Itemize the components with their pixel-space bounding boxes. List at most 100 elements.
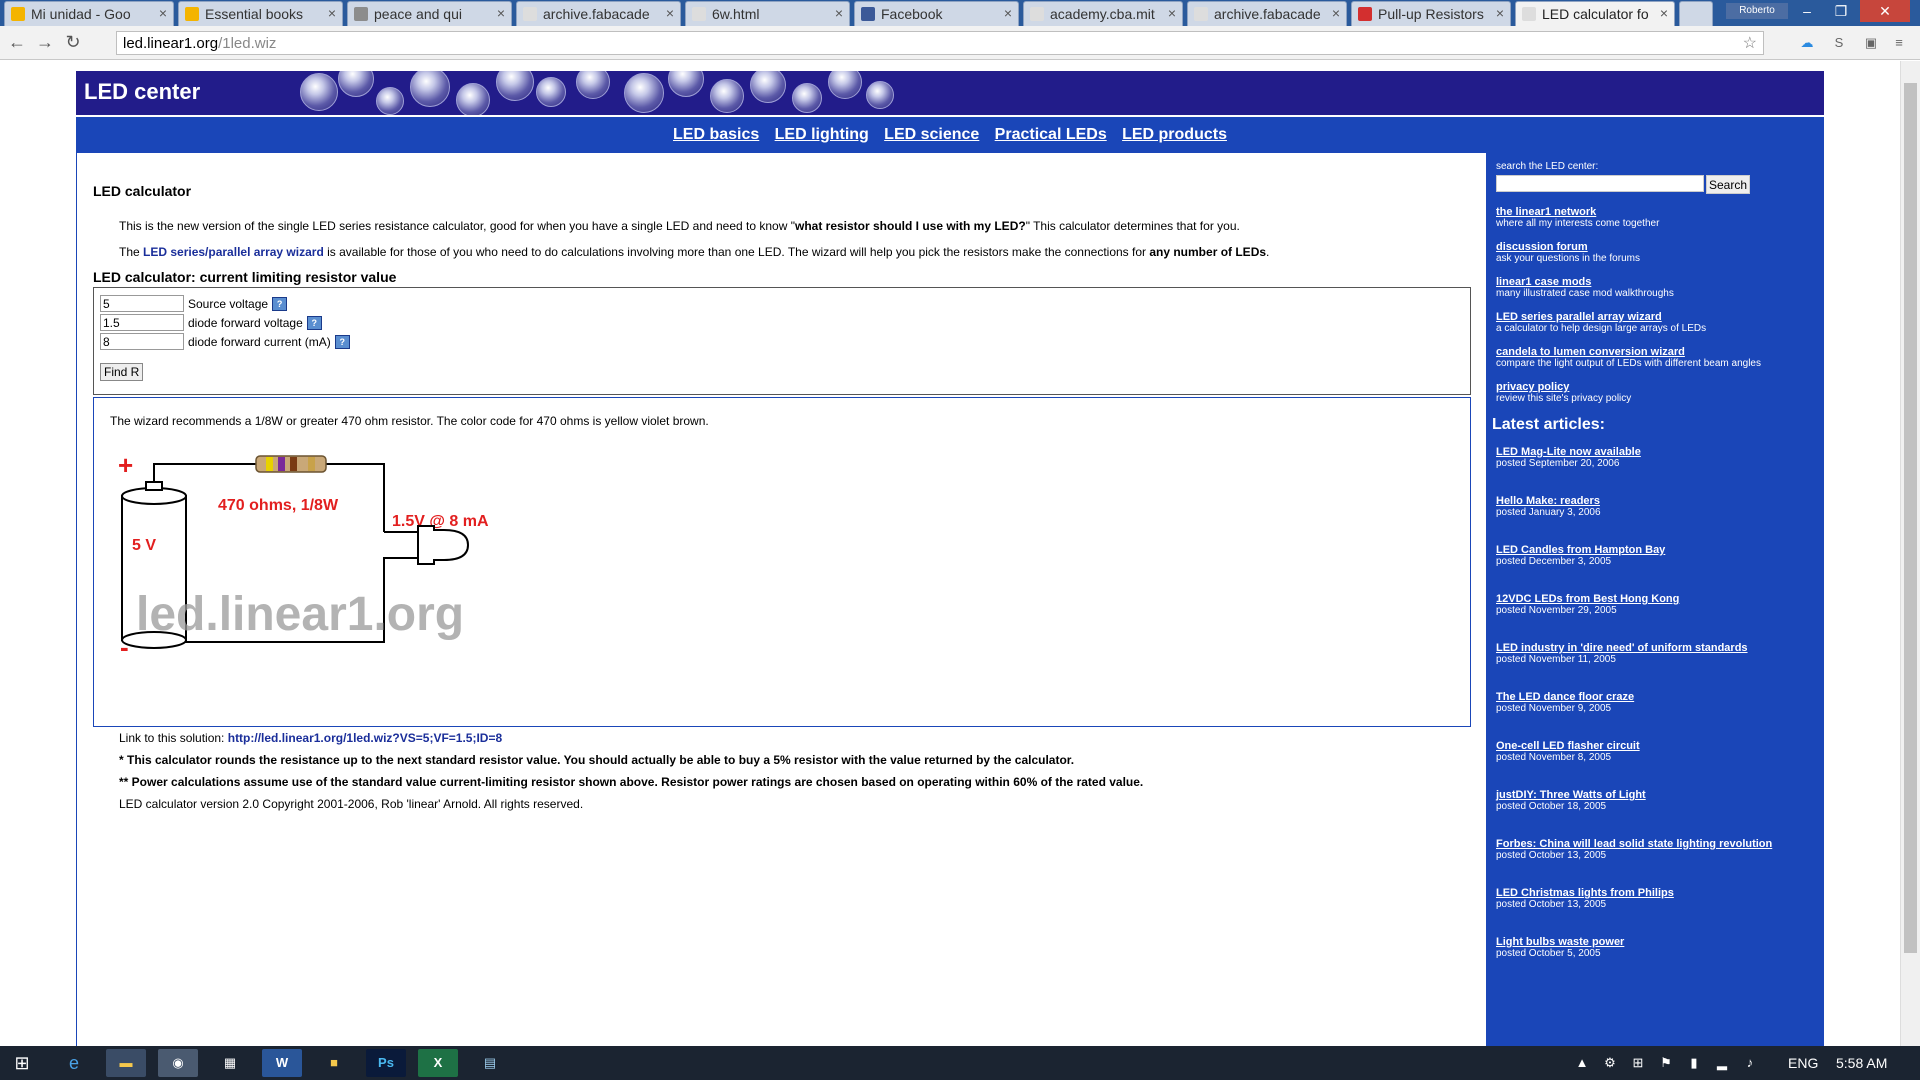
close-icon[interactable]: × — [1004, 5, 1012, 21]
source-voltage-input[interactable] — [100, 295, 184, 312]
ie-icon[interactable]: e — [54, 1049, 94, 1077]
led-decoration — [828, 71, 862, 99]
skype-icon[interactable]: S — [1830, 34, 1848, 52]
windows-tray-icon[interactable]: ⊞ — [1626, 1049, 1650, 1077]
sidebar-link: linear1 case mods many illustrated case m… — [1496, 276, 1814, 299]
resistor-band — [266, 457, 273, 471]
address-bar[interactable]: led.linear1.org/1led.wiz ☆ — [116, 31, 1764, 55]
folder-icon[interactable]: ■ — [314, 1049, 354, 1077]
extension-icon[interactable]: ▣ — [1862, 34, 1880, 52]
led-decoration — [866, 81, 894, 109]
excel-icon[interactable]: X — [418, 1049, 458, 1077]
article-link[interactable]: Hello Make: readers — [1496, 495, 1814, 507]
battery-icon[interactable]: ▮ — [1682, 1049, 1706, 1077]
led-decoration — [496, 71, 534, 101]
led-decoration — [456, 83, 490, 115]
signal-icon[interactable]: ▂ — [1710, 1049, 1734, 1077]
nav-practical-leds[interactable]: Practical LEDs — [995, 126, 1107, 143]
tray-arrow-icon[interactable]: ▲ — [1570, 1049, 1594, 1077]
back-icon[interactable]: ← — [6, 31, 28, 53]
clock[interactable]: 5:58 AM — [1836, 1055, 1887, 1071]
action-center-icon[interactable]: ⚑ — [1654, 1049, 1678, 1077]
word-icon[interactable]: W — [262, 1049, 302, 1077]
scrollbar-thumb[interactable] — [1904, 83, 1917, 953]
close-icon[interactable]: × — [666, 5, 674, 21]
article-link[interactable]: The LED dance floor craze — [1496, 691, 1814, 703]
nav-led-science[interactable]: LED science — [884, 126, 979, 143]
cloud-icon[interactable]: ☁ — [1798, 34, 1816, 52]
close-icon[interactable]: × — [497, 5, 505, 21]
profile-badge[interactable]: Roberto — [1726, 3, 1788, 19]
notepad-icon[interactable]: ▤ — [470, 1049, 510, 1077]
close-icon[interactable]: × — [159, 5, 167, 21]
reload-icon[interactable]: ↻ — [62, 31, 84, 53]
maximize-icon[interactable]: ❐ — [1824, 0, 1858, 22]
browser-tab[interactable]: Facebook × — [854, 1, 1019, 26]
article-link[interactable]: 12VDC LEDs from Best Hong Kong — [1496, 593, 1814, 605]
article-link[interactable]: LED Christmas lights from Philips — [1496, 887, 1814, 899]
nav-led-basics[interactable]: LED basics — [673, 126, 759, 143]
sidebar: search the LED center: Search the linear… — [1486, 153, 1824, 1046]
start-icon[interactable]: ⊞ — [2, 1049, 42, 1077]
forward-icon[interactable]: → — [34, 31, 56, 53]
sidebar-link-title[interactable]: the linear1 network — [1496, 206, 1814, 218]
close-icon[interactable]: × — [1660, 5, 1668, 21]
browser-tab[interactable]: Essential books × — [178, 1, 343, 26]
find-r-button[interactable]: Find R — [100, 363, 144, 381]
search-button[interactable]: Search — [1706, 175, 1751, 194]
chrome-icon[interactable]: ◉ — [158, 1049, 198, 1077]
close-icon[interactable]: × — [1496, 5, 1504, 21]
browser-tab-active[interactable]: LED calculator fo × — [1515, 1, 1675, 26]
close-icon[interactable]: × — [835, 5, 843, 21]
forward-current-input[interactable] — [100, 333, 184, 350]
explorer-icon[interactable]: ▬ — [106, 1049, 146, 1077]
photoshop-icon[interactable]: Ps — [366, 1049, 406, 1077]
browser-tab[interactable]: archive.fabacade × — [1187, 1, 1347, 26]
window-close-icon[interactable]: ✕ — [1860, 0, 1910, 22]
menu-icon[interactable]: ≡ — [1890, 34, 1908, 52]
article-link[interactable]: LED Mag-Lite now available — [1496, 446, 1814, 458]
sidebar-link-title[interactable]: privacy policy — [1496, 381, 1814, 393]
browser-tab[interactable]: archive.fabacade × — [516, 1, 681, 26]
close-icon[interactable]: × — [1168, 5, 1176, 21]
solution-link[interactable]: http://led.linear1.org/1led.wiz?VS=5;VF=… — [228, 731, 502, 745]
led-decoration — [536, 77, 566, 107]
language-indicator[interactable]: ENG — [1788, 1055, 1818, 1071]
browser-tab[interactable]: Pull-up Resistors × — [1351, 1, 1511, 26]
minimize-icon[interactable]: – — [1790, 0, 1824, 22]
led-decoration — [750, 71, 786, 103]
network-tray-icon[interactable]: ⚙ — [1598, 1049, 1622, 1077]
article-link[interactable]: LED Candles from Hampton Bay — [1496, 544, 1814, 556]
led-label: 1.5V @ 8 mA — [392, 513, 489, 530]
sidebar-link-title[interactable]: discussion forum — [1496, 241, 1814, 253]
forward-voltage-input[interactable] — [100, 314, 184, 331]
help-icon[interactable]: ? — [272, 296, 288, 311]
star-icon[interactable]: ☆ — [1743, 33, 1757, 53]
article-link[interactable]: justDIY: Three Watts of Light — [1496, 789, 1814, 801]
sidebar-link-title[interactable]: LED series parallel array wizard — [1496, 311, 1814, 323]
browser-tab[interactable]: peace and qui × — [347, 1, 512, 26]
close-icon[interactable]: × — [1332, 5, 1340, 21]
close-icon[interactable]: × — [328, 5, 336, 21]
article-link[interactable]: Forbes: China will lead solid state ligh… — [1496, 838, 1814, 850]
sidebar-link-title[interactable]: linear1 case mods — [1496, 276, 1814, 288]
wizard-link[interactable]: LED series/parallel array wizard — [143, 245, 324, 259]
nav-led-products[interactable]: LED products — [1122, 126, 1227, 143]
browser-tab[interactable]: 6w.html × — [685, 1, 850, 26]
article-link[interactable]: LED industry in 'dire need' of uniform s… — [1496, 642, 1814, 654]
sidebar-link-title[interactable]: candela to lumen conversion wizard — [1496, 346, 1814, 358]
search-input[interactable] — [1496, 175, 1704, 192]
help-icon[interactable]: ? — [334, 334, 350, 349]
browser-tab[interactable]: academy.cba.mit × — [1023, 1, 1183, 26]
new-tab-button[interactable] — [1679, 1, 1713, 26]
help-icon[interactable]: ? — [306, 315, 322, 330]
article-link[interactable]: One-cell LED flasher circuit — [1496, 740, 1814, 752]
led-decoration — [576, 71, 610, 99]
nav-led-lighting[interactable]: LED lighting — [775, 126, 869, 143]
volume-icon[interactable]: ♪ — [1738, 1049, 1762, 1077]
app-icon[interactable]: ▦ — [210, 1049, 250, 1077]
browser-tab[interactable]: Mi unidad - Goo × — [4, 1, 174, 26]
article-link[interactable]: Light bulbs waste power — [1496, 936, 1814, 948]
led-decoration — [410, 71, 450, 107]
vertical-scrollbar[interactable] — [1900, 61, 1920, 1046]
